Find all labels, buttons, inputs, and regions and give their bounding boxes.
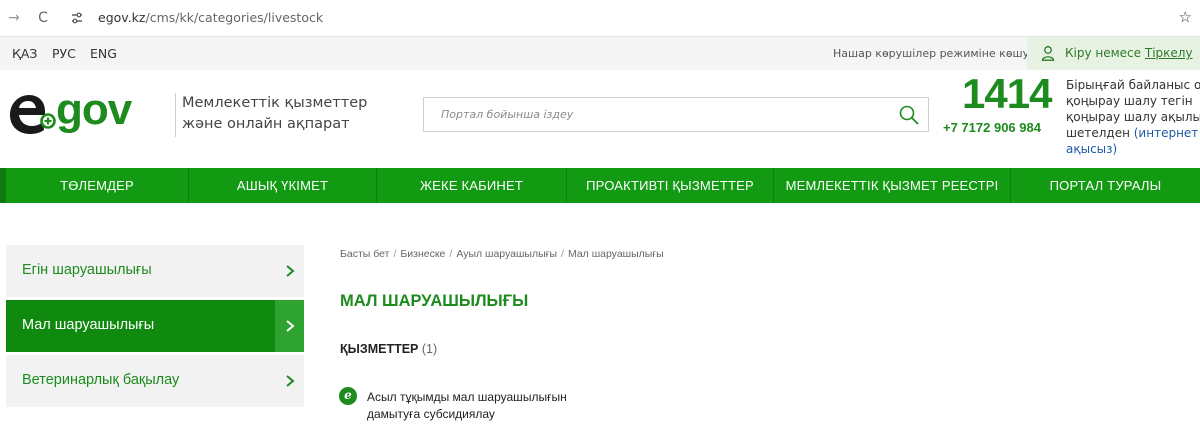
sidebar-item-livestock[interactable]: Мал шаруашылығы bbox=[6, 300, 304, 352]
login-link[interactable]: Кіру немесе Тіркелу bbox=[1065, 46, 1193, 60]
services-count: (1) bbox=[421, 342, 438, 356]
sidebar-item-label: Егін шаруашылығы bbox=[22, 262, 152, 278]
search-box bbox=[423, 97, 929, 132]
login-box[interactable]: Кіру немесе Тіркелу bbox=[1027, 37, 1200, 70]
site-tagline: Мемлекеттік қызметтер және онлайн ақпара… bbox=[182, 93, 367, 135]
logo-divider bbox=[175, 93, 176, 137]
contact-line-3: қоңырау шалу ақылы bbox=[1066, 110, 1200, 124]
nav-item-payments[interactable]: ТӨЛЕМДЕР bbox=[6, 168, 189, 203]
contact-line-2: қоңырау шалу тегін bbox=[1066, 94, 1193, 108]
lang-en-link[interactable]: ENG bbox=[90, 46, 117, 61]
reload-icon[interactable]: C bbox=[33, 8, 53, 28]
breadcrumb-home[interactable]: Басты бет bbox=[340, 248, 389, 260]
service-line-2: дамытуға субсидиялау bbox=[367, 407, 495, 421]
utility-bar: ҚАЗ РУС ENG Нашар көрушілер режиміне көш… bbox=[0, 37, 1200, 70]
lang-ru-link[interactable]: РУС bbox=[52, 46, 76, 61]
browser-bar: → C egov.kz/cms/kk/categories/livestock … bbox=[0, 0, 1200, 37]
contact-line-5: ақысыз) bbox=[1066, 142, 1118, 156]
category-sidebar: Егін шаруашылығы Мал шаруашылығы Ветерин… bbox=[6, 245, 304, 410]
page-title: МАЛ ШАРУАШЫЛЫҒЫ bbox=[340, 292, 529, 310]
contact-info: Бірыңғай байланыс ор қоңырау шалу тегін … bbox=[1066, 77, 1200, 157]
contact-line-4: шетелден (интернет ар bbox=[1066, 125, 1200, 141]
breadcrumb: Басты бет / Бизнеске / Ауыл шаруашылығы / Мал … bbox=[340, 248, 664, 260]
lang-kz-link[interactable]: ҚАЗ bbox=[12, 46, 37, 61]
chevron-right-icon bbox=[275, 300, 304, 352]
breadcrumb-current: Мал шаруашылығы bbox=[567, 248, 664, 260]
url-path: /cms/kk/categories/livestock bbox=[145, 10, 324, 25]
search-icon[interactable] bbox=[898, 104, 920, 126]
nav-item-personal-cabinet[interactable]: ЖЕКЕ КАБИНЕТ bbox=[377, 168, 567, 203]
address-bar[interactable]: egov.kz/cms/kk/categories/livestock bbox=[98, 10, 323, 25]
sidebar-item-veterinary-control[interactable]: Ветеринарлық бақылау bbox=[6, 355, 304, 407]
sidebar-item-crop-farming[interactable]: Егін шаруашылығы bbox=[6, 245, 304, 297]
register-link[interactable]: Тіркелу bbox=[1145, 46, 1193, 60]
login-label: Кіру немесе bbox=[1065, 46, 1145, 60]
service-line-1: Асыл тұқымды мал шаруашылығын bbox=[367, 390, 567, 404]
nav-item-about-portal[interactable]: ПОРТАЛ ТУРАЛЫ bbox=[1011, 168, 1200, 203]
back-arrow-icon[interactable]: → bbox=[4, 8, 24, 28]
search-input[interactable] bbox=[425, 99, 885, 130]
egov-logo[interactable]: gov bbox=[6, 85, 168, 135]
contact-line-1: Бірыңғай байланыс ор bbox=[1066, 78, 1200, 92]
site-header: gov Мемлекеттік қызметтер және онлайн ақ… bbox=[0, 70, 1200, 168]
chevron-right-icon bbox=[275, 245, 304, 297]
phone-number[interactable]: +7 7172 906 984 bbox=[943, 120, 1041, 135]
service-link-breeding-subsidy[interactable]: Асыл тұқымды мал шаруашылығын дамытуға с… bbox=[367, 389, 607, 423]
sidebar-item-label: Ветеринарлық бақылау bbox=[22, 372, 180, 388]
site-info-icon[interactable] bbox=[67, 8, 87, 28]
internet-call-link[interactable]: (интернет ар bbox=[1134, 126, 1200, 140]
nav-item-open-government[interactable]: АШЫҚ ҮКІМЕТ bbox=[189, 168, 377, 203]
contact-line-4-prefix: шетелден bbox=[1066, 126, 1134, 140]
tagline-line-2: және онлайн ақпарат bbox=[182, 116, 350, 132]
hotline-number[interactable]: 1414 bbox=[962, 70, 1052, 118]
nav-item-service-registry[interactable]: МЕМЛЕКЕТТІК ҚЫЗМЕТ РЕЕСТРІ bbox=[774, 168, 1011, 203]
svg-text:gov: gov bbox=[56, 85, 133, 134]
main-nav: ТӨЛЕМДЕР АШЫҚ ҮКІМЕТ ЖЕКЕ КАБИНЕТ ПРОАКТ… bbox=[0, 168, 1200, 203]
low-vision-mode-link[interactable]: Нашар көрушілер режиміне көшу bbox=[833, 47, 1029, 60]
tagline-line-1: Мемлекеттік қызметтер bbox=[182, 95, 368, 111]
url-host: egov.kz bbox=[98, 10, 146, 25]
services-heading-label: ҚЫЗМЕТТЕР bbox=[340, 342, 419, 356]
nav-item-proactive-services[interactable]: ПРОАКТИВТІ ҚЫЗМЕТТЕР bbox=[567, 168, 774, 203]
breadcrumb-business[interactable]: Бизнеске bbox=[400, 248, 445, 260]
sidebar-item-label: Мал шаруашылығы bbox=[22, 317, 155, 333]
breadcrumb-agriculture[interactable]: Ауыл шаруашылығы bbox=[456, 248, 557, 260]
chevron-right-icon bbox=[275, 355, 304, 407]
person-icon bbox=[1041, 46, 1055, 61]
bookmark-star-icon[interactable]: ☆ bbox=[1179, 8, 1192, 26]
services-heading: ҚЫЗМЕТТЕР (1) bbox=[340, 342, 437, 356]
e-service-icon: e bbox=[339, 387, 357, 405]
